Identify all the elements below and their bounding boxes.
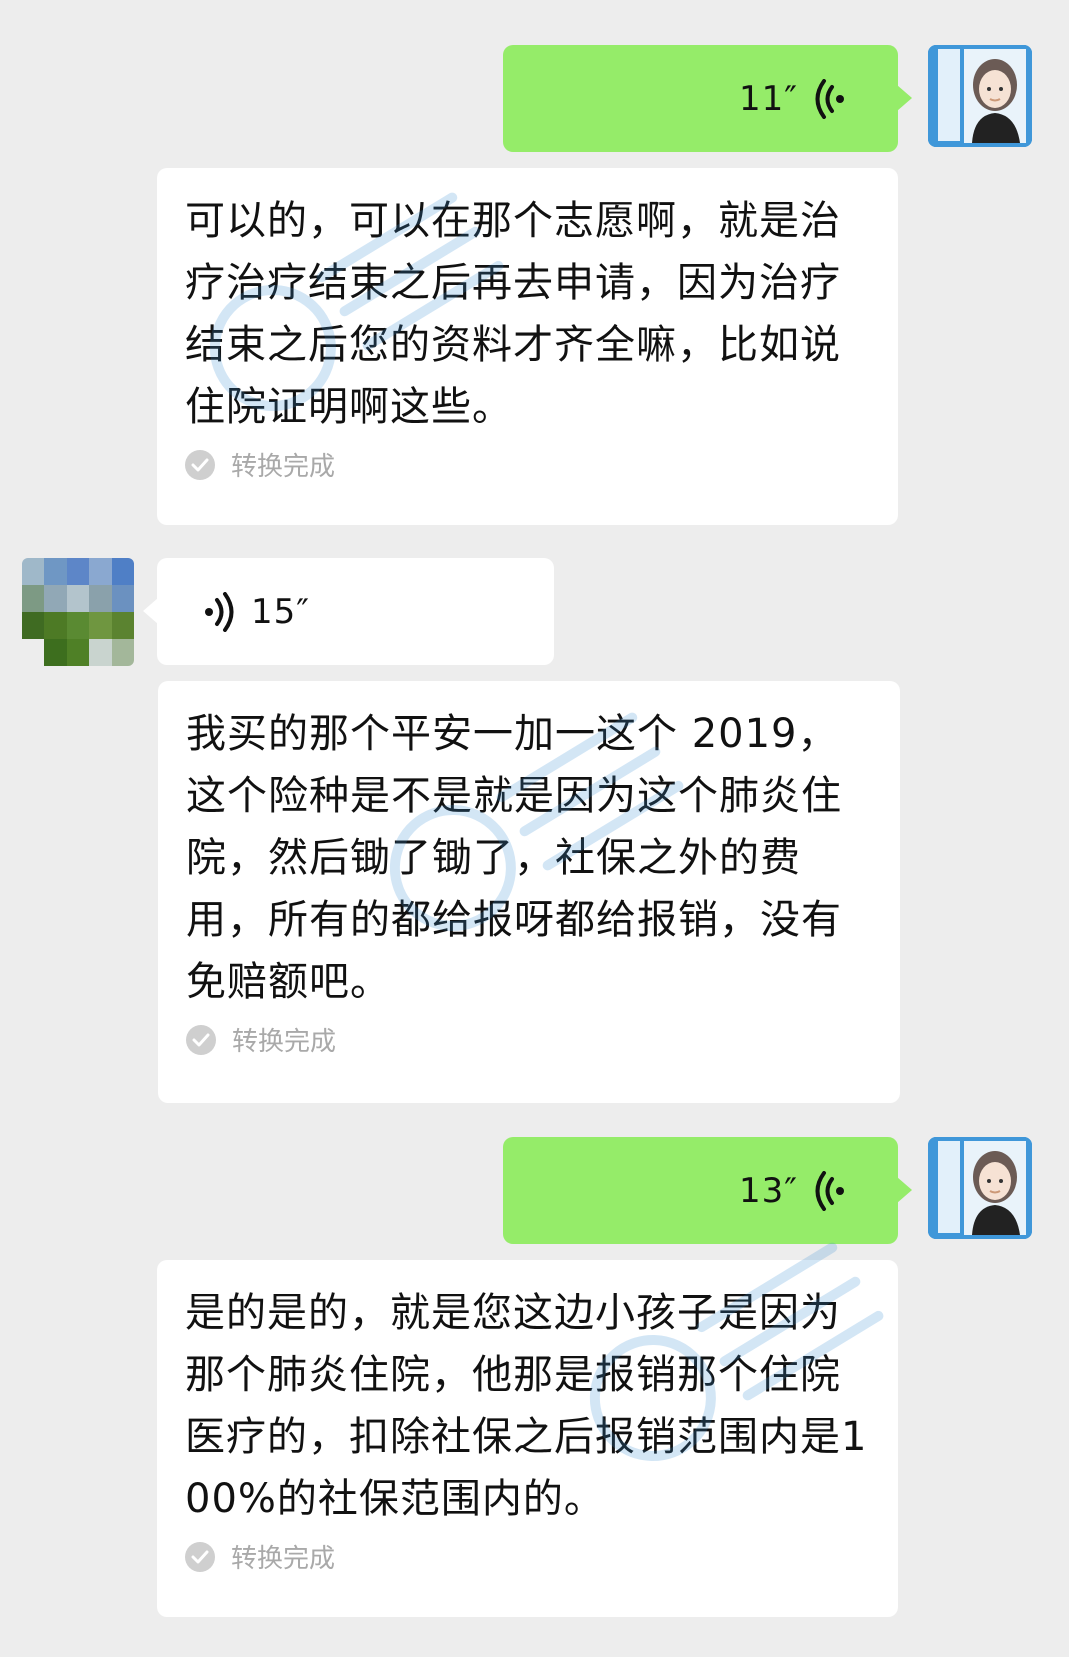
avatar-me[interactable] [928, 45, 1032, 147]
status-label: 转换完成 [231, 1544, 336, 1574]
avatar-illustration-icon [928, 45, 1032, 147]
transcript-card[interactable]: 可以的，可以在那个志愿啊，就是治疗治疗结束之后再去申请，因为治疗结束之后您的资料… [157, 168, 898, 525]
voice-duration: 11″ [739, 78, 798, 119]
check-circle-icon [186, 1024, 216, 1055]
status-label: 转换完成 [232, 1027, 337, 1057]
status-label: 转换完成 [231, 452, 336, 482]
voice-duration: 13″ [739, 1170, 798, 1211]
incoming-voice-bubble[interactable]: 15″ [143, 558, 554, 665]
transcript-text: 是的是的，就是您这边小孩子是因为那个肺炎住院，他那是报销那个住院医疗的，扣除社保… [185, 1290, 868, 1522]
transcript-text: 我买的那个平安一加一这个 2019，这个险种是不是就是因为这个肺炎住院，然后锄了… [186, 711, 842, 1005]
avatar-illustration-icon [928, 1137, 1032, 1239]
voice-wave-left-icon [812, 78, 846, 119]
avatar-contact[interactable] [22, 558, 134, 666]
avatar-me[interactable] [928, 1137, 1032, 1239]
transcript-status: 转换完成 [186, 1021, 874, 1058]
voice-wave-left-icon [812, 1170, 846, 1211]
outgoing-voice-bubble[interactable]: 11″ [503, 45, 912, 152]
transcript-status: 转换完成 [185, 446, 872, 483]
transcript-status: 转换完成 [185, 1538, 872, 1575]
transcript-text: 可以的，可以在那个志愿啊，就是治疗治疗结束之后再去申请，因为治疗结束之后您的资料… [185, 198, 841, 430]
outgoing-voice-bubble[interactable]: 13″ [503, 1137, 912, 1244]
transcript-card[interactable]: 是的是的，就是您这边小孩子是因为那个肺炎住院，他那是报销那个住院医疗的，扣除社保… [157, 1260, 898, 1617]
check-circle-icon [185, 449, 215, 480]
voice-wave-right-icon [203, 591, 237, 632]
voice-duration: 15″ [251, 591, 310, 632]
transcript-card[interactable]: 我买的那个平安一加一这个 2019，这个险种是不是就是因为这个肺炎住院，然后锄了… [158, 681, 900, 1103]
check-circle-icon [185, 1541, 215, 1572]
